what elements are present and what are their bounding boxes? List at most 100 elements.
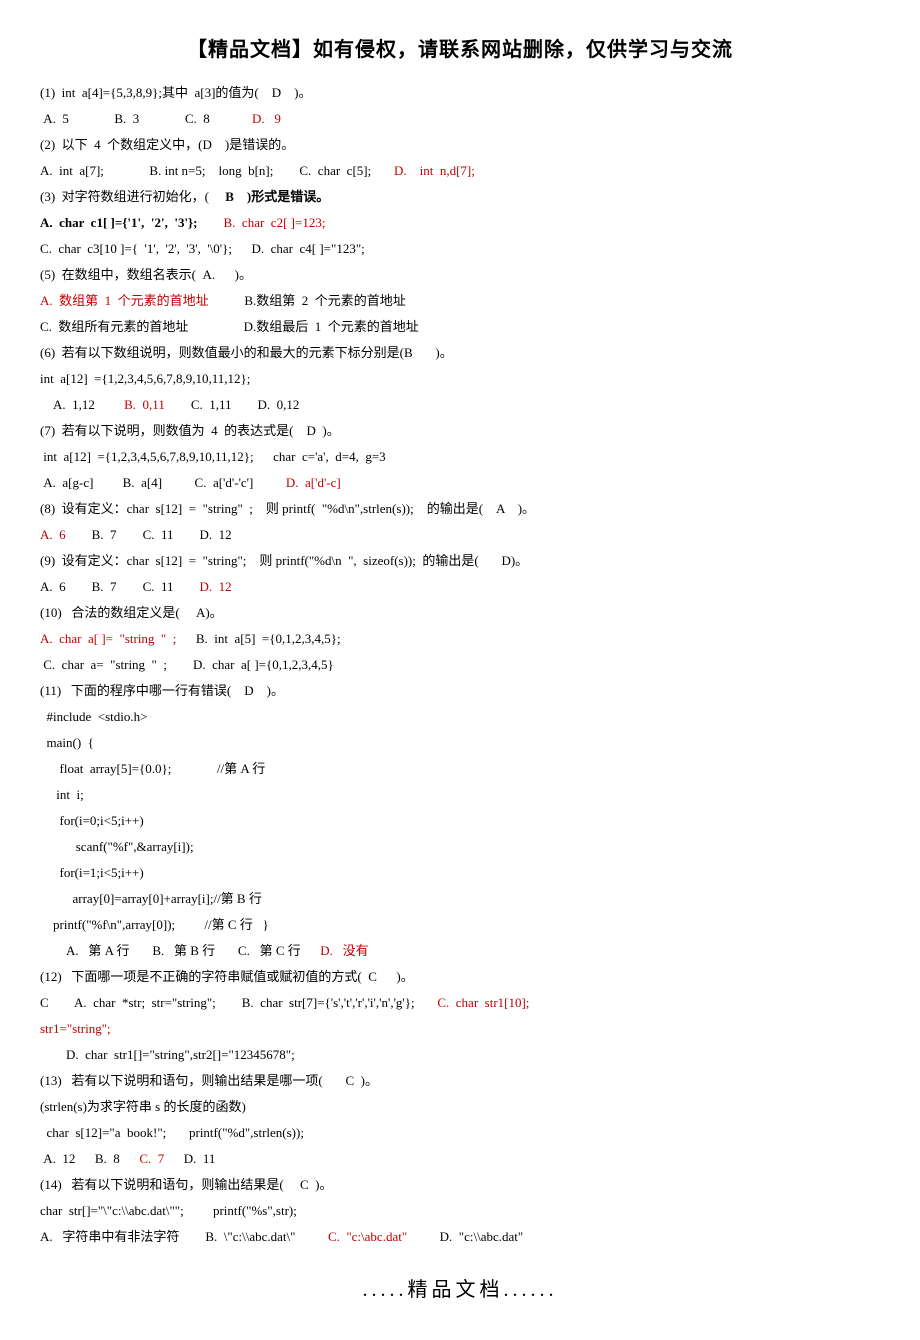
q3-stem: (3) 对字符数组进行初始化，( B )形式是错误。 xyxy=(40,184,880,210)
q11-opt-a: A. 第 A 行 xyxy=(66,943,130,958)
q8-opt-d: D. 12 xyxy=(200,527,232,542)
q2-stem: (2) 以下 4 个数组定义中，(D )是错误的。 xyxy=(40,132,880,158)
q7-opt-d: D. a['d'-c] xyxy=(286,475,341,490)
q10-line-cd: C. char a= "string " ; D. char a[ ]={0,1… xyxy=(40,652,880,678)
q13-decl: char s[12]="a book!"; printf("%d",strlen… xyxy=(40,1120,880,1146)
q7-opt-b: B. a[4] xyxy=(123,475,162,490)
q7-opt-c: C. a['d'-'c'] xyxy=(195,475,254,490)
page-header: 【精品文档】如有侵权，请联系网站删除，仅供学习与交流 xyxy=(40,30,880,70)
q13-stem: (13) 若有以下说明和语句，则输出结果是哪一项( C )。 xyxy=(40,1068,880,1094)
q3-stem-b: B xyxy=(225,189,234,204)
q12-opt-c-a: C. char str1[10]; xyxy=(437,995,529,1010)
q5-opt-a: A. 数组第 1 个元素的首地址 xyxy=(40,293,209,308)
q6-opt-a: A. 1,12 xyxy=(53,397,95,412)
q3-opt-c: C. char c3[10 ]={ '1', '2', '3', '\0'}; xyxy=(40,241,232,256)
q11-opt-c: C. 第 C 行 xyxy=(238,943,301,958)
q12-opt-b: B. char str[7]={'s','t','r','i','n','g'}… xyxy=(242,995,415,1010)
q6-stem: (6) 若有以下数组说明，则数值最小的和最大的元素下标分别是(B )。 xyxy=(40,340,880,366)
q14-opt-d: D. "c:\\abc.dat" xyxy=(440,1229,524,1244)
q10-stem: (10) 合法的数组定义是( A)。 xyxy=(40,600,880,626)
q10-opt-c: C. char a= "string " ; xyxy=(40,657,167,672)
q12-line2: C A. char *str; str="string"; B. char st… xyxy=(40,990,880,1016)
q7-opt-a: A. a[g-c] xyxy=(40,475,93,490)
q10-line-ab: A. char a[ ]= "string " ; B. int a[5] ={… xyxy=(40,626,880,652)
q2-opt-b: B. int n=5; long b[n]; xyxy=(149,163,273,178)
q1-opt-c: C. 8 xyxy=(185,111,210,126)
q11-stem: (11) 下面的程序中哪一行有错误( D )。 xyxy=(40,678,880,704)
q12-c-marker: C xyxy=(40,995,49,1010)
q10-opt-b: B. int a[5] ={0,1,2,3,4,5}; xyxy=(196,631,341,646)
q11-code-1: main() { xyxy=(40,730,880,756)
q13-opt-a: A. 12 xyxy=(40,1151,75,1166)
q9-opt-a: A. 6 xyxy=(40,579,66,594)
q10-opt-a: A. char a[ ]= "string " ; xyxy=(40,631,176,646)
q8-opt-b: B. 7 xyxy=(92,527,117,542)
q9-opt-d: D. 12 xyxy=(200,579,232,594)
q2-opt-c: C. char c[5]; xyxy=(299,163,371,178)
q11-code-0: #include <stdio.h> xyxy=(40,704,880,730)
q3-line-cd: C. char c3[10 ]={ '1', '2', '3', '\0'}; … xyxy=(40,236,880,262)
q12-opt-c-b: str1="string"; xyxy=(40,1016,880,1042)
q12-opt-a: A. char *str; str="string"; xyxy=(74,995,216,1010)
q10-opt-d: D. char a[ ]={0,1,2,3,4,5} xyxy=(193,657,334,672)
page-footer: .....精品文档...... xyxy=(40,1270,880,1310)
q3-opt-a: A. char c1[ ]={'1', '2', '3'}; xyxy=(40,215,198,230)
q3-stem-a: (3) 对字符数组进行初始化，( xyxy=(40,189,209,204)
q8-stem: (8) 设有定义：char s[12] = "string" ; 则 print… xyxy=(40,496,880,522)
q5-opt-c: C. 数组所有元素的首地址 xyxy=(40,319,188,334)
q3-opt-b: B. char c2[ ]=123; xyxy=(224,215,326,230)
q3-line-ab: A. char c1[ ]={'1', '2', '3'}; B. char c… xyxy=(40,210,880,236)
q1-opt-b: B. 3 xyxy=(114,111,139,126)
q6-options: A. 1,12 B. 0,11 C. 1,11 D. 0,12 xyxy=(40,392,880,418)
q3-stem-c: )形式是错误。 xyxy=(247,189,329,204)
q11-options: A. 第 A 行 B. 第 B 行 C. 第 C 行 D. 没有 xyxy=(40,938,880,964)
q11-code-2: float array[5]={0.0}; //第 A 行 xyxy=(40,756,880,782)
q13-note: (strlen(s)为求字符串 s 的长度的函数) xyxy=(40,1094,880,1120)
q6-opt-d: D. 0,12 xyxy=(258,397,300,412)
q2-options: A. int a[7]; B. int n=5; long b[n]; C. c… xyxy=(40,158,880,184)
q14-options: A. 字符串中有非法字符 B. \"c:\\abc.dat\" C. "c:\a… xyxy=(40,1224,880,1250)
q7-options: A. a[g-c] B. a[4] C. a['d'-'c'] D. a['d'… xyxy=(40,470,880,496)
q3-opt-d: D. char c4[ ]="123"; xyxy=(252,241,365,256)
q14-opt-a: A. 字符串中有非法字符 xyxy=(40,1229,179,1244)
q1-options: A. 5 B. 3 C. 8 D. 9 xyxy=(40,106,880,132)
q12-opt-d: D. char str1[]="string",str2[]="12345678… xyxy=(40,1042,880,1068)
q5-line-ab: A. 数组第 1 个元素的首地址 B.数组第 2 个元素的首地址 xyxy=(40,288,880,314)
q11-opt-b: B. 第 B 行 xyxy=(152,943,215,958)
q5-opt-d: D.数组最后 1 个元素的首地址 xyxy=(244,319,419,334)
q9-opt-b: B. 7 xyxy=(92,579,117,594)
q11-code-5: scanf("%f",&array[i]); xyxy=(40,834,880,860)
q14-opt-c: C. "c:\abc.dat" xyxy=(328,1229,407,1244)
q11-code-8: printf("%f\n",array[0]); //第 C 行 } xyxy=(40,912,880,938)
q8-opt-c: C. 11 xyxy=(143,527,174,542)
q14-stem: (14) 若有以下说明和语句，则输出结果是( C )。 xyxy=(40,1172,880,1198)
q5-stem: (5) 在数组中，数组名表示( A. )。 xyxy=(40,262,880,288)
q5-line-cd: C. 数组所有元素的首地址 D.数组最后 1 个元素的首地址 xyxy=(40,314,880,340)
q12-stem: (12) 下面哪一项是不正确的字符串赋值或赋初值的方式( C )。 xyxy=(40,964,880,990)
q11-code-6: for(i=1;i<5;i++) xyxy=(40,860,880,886)
q13-opt-d: D. 11 xyxy=(184,1151,216,1166)
q6-opt-c: C. 1,11 xyxy=(191,397,232,412)
q13-options: A. 12 B. 8 C. 7 D. 11 xyxy=(40,1146,880,1172)
q8-opt-a: A. 6 xyxy=(40,527,66,542)
q9-options: A. 6 B. 7 C. 11 D. 12 xyxy=(40,574,880,600)
q1-opt-a: A. 5 xyxy=(40,111,69,126)
q8-options: A. 6 B. 7 C. 11 D. 12 xyxy=(40,522,880,548)
q11-code-3: int i; xyxy=(40,782,880,808)
q1-opt-d: D. 9 xyxy=(252,111,281,126)
q9-stem: (9) 设有定义：char s[12] = "string"; 则 printf… xyxy=(40,548,880,574)
q9-opt-c: C. 11 xyxy=(143,579,174,594)
q2-opt-d: D. int n,d[7]; xyxy=(394,163,475,178)
q6-decl: int a[12] ={1,2,3,4,5,6,7,8,9,10,11,12}; xyxy=(40,366,880,392)
q5-opt-b: B.数组第 2 个元素的首地址 xyxy=(244,293,405,308)
q7-stem: (7) 若有以下说明，则数值为 4 的表达式是( D )。 xyxy=(40,418,880,444)
q14-opt-b: B. \"c:\\abc.dat\" xyxy=(205,1229,295,1244)
q11-code-7: array[0]=array[0]+array[i];//第 B 行 xyxy=(40,886,880,912)
q7-decl: int a[12] ={1,2,3,4,5,6,7,8,9,10,11,12};… xyxy=(40,444,880,470)
q6-opt-b: B. 0,11 xyxy=(124,397,165,412)
q13-opt-b: B. 8 xyxy=(95,1151,120,1166)
q1-stem: (1) int a[4]={5,3,8,9};其中 a[3]的值为( D )。 xyxy=(40,80,880,106)
q2-opt-a: A. int a[7]; xyxy=(40,163,104,178)
q13-opt-c: C. 7 xyxy=(139,1151,164,1166)
q14-decl: char str[]="\"c:\\abc.dat\""; printf("%s… xyxy=(40,1198,880,1224)
